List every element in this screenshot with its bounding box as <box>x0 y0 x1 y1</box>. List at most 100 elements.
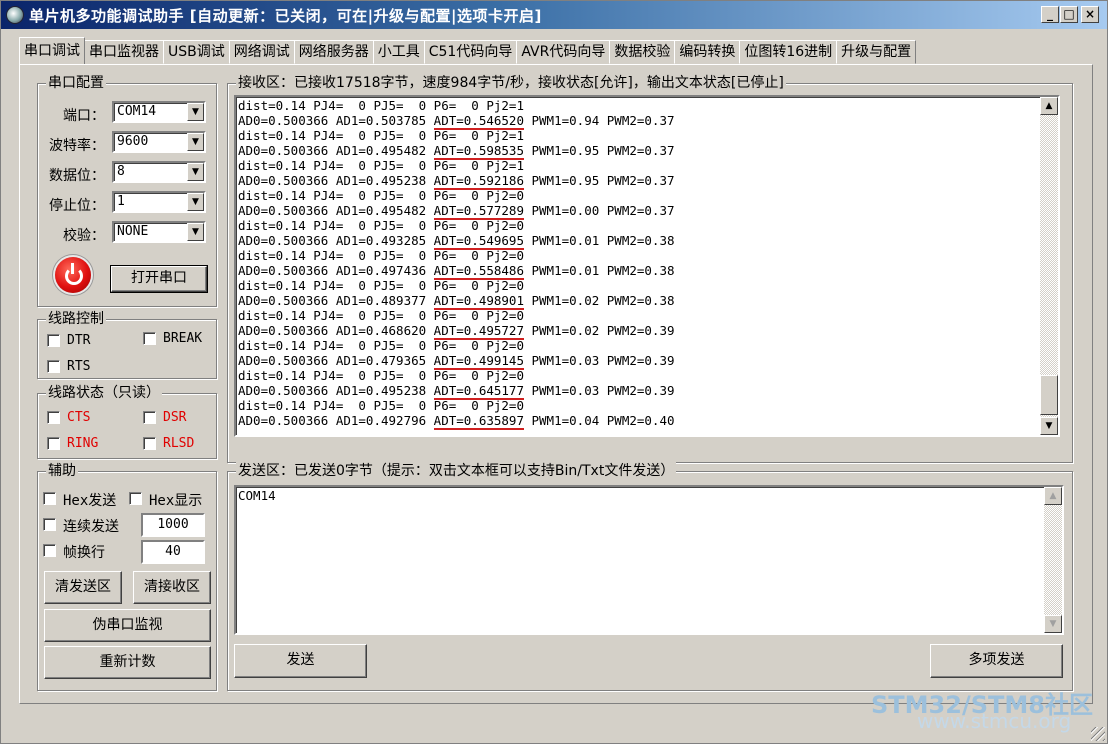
break-checkbox[interactable] <box>143 332 156 345</box>
tab-tools[interactable]: 小工具 <box>372 40 425 64</box>
stopbits-select[interactable]: 1 ▼ <box>112 191 206 213</box>
fake-monitor-button[interactable]: 伪串口监视 <box>44 609 211 642</box>
receive-line: dist=0.14 PJ4= 0 PJ5= 0 P6= 0 Pj2=0 <box>238 308 675 323</box>
rts-label: RTS <box>67 359 91 374</box>
receive-line: dist=0.14 PJ4= 0 PJ5= 0 P6= 0 Pj2=0 <box>238 188 675 203</box>
receive-line-text: dist=0.14 PJ4= 0 PJ5= 0 P6= 0 Pj2=0 <box>238 248 524 263</box>
receive-line: dist=0.14 PJ4= 0 PJ5= 0 P6= 0 Pj2=1 <box>238 98 675 113</box>
tab-usb-debug[interactable]: USB调试 <box>163 40 230 64</box>
clear-receive-button[interactable]: 清接收区 <box>133 571 211 604</box>
send-textarea[interactable]: COM14 ▲ ▼ <box>234 485 1064 635</box>
receive-line-text: AD0=0.500366 AD1=0.479365 <box>238 353 434 368</box>
power-icon[interactable] <box>55 257 91 293</box>
recount-button[interactable]: 重新计数 <box>44 646 211 679</box>
multi-send-button[interactable]: 多项发送 <box>930 644 1063 678</box>
open-port-button[interactable]: 打开串口 <box>111 266 207 292</box>
tab-c51-wizard[interactable]: C51代码向导 <box>423 40 518 64</box>
receive-text: dist=0.14 PJ4= 0 PJ5= 0 P6= 0 Pj2=1 AD0=0… <box>238 98 675 430</box>
frame-newline-checkbox[interactable] <box>43 544 56 557</box>
receive-line-text: dist=0.14 PJ4= 0 PJ5= 0 P6= 0 Pj2=0 <box>238 218 524 233</box>
receive-line-pwm: PWM1=0.04 PWM2=0.40 <box>523 413 675 428</box>
receive-line: dist=0.14 PJ4= 0 PJ5= 0 P6= 0 Pj2=1 <box>238 128 675 143</box>
receive-textarea[interactable]: dist=0.14 PJ4= 0 PJ5= 0 P6= 0 Pj2=1 AD0=0… <box>234 95 1060 437</box>
databits-value: 8 <box>117 164 125 179</box>
receive-line-pwm: PWM1=0.02 PWM2=0.39 <box>523 323 675 338</box>
hex-display-checkbox[interactable] <box>129 492 142 505</box>
databits-label: 数据位： <box>49 168 105 184</box>
receive-line-text: dist=0.14 PJ4= 0 PJ5= 0 P6= 0 Pj2=0 <box>238 278 524 293</box>
rlsd-indicator <box>143 437 156 450</box>
receive-line-pwm: PWM1=0.01 PWM2=0.38 <box>523 233 675 248</box>
tab-bitmap-hex[interactable]: 位图转16进制 <box>739 40 838 64</box>
chevron-down-icon[interactable]: ▼ <box>187 163 204 181</box>
continuous-send-label: 连续发送 <box>63 519 119 535</box>
frame-value-input[interactable]: 40 <box>141 540 205 564</box>
title-bar: 单片机多功能调试助手 [自动更新：已关闭，可在|升级与配置|选项卡开启] _ □… <box>1 1 1107 29</box>
send-button[interactable]: 发送 <box>234 644 367 678</box>
app-icon <box>6 6 24 24</box>
app-window: 单片机多功能调试助手 [自动更新：已关闭，可在|升级与配置|选项卡开启] _ □… <box>0 0 1108 744</box>
databits-select[interactable]: 8 ▼ <box>112 161 206 183</box>
receive-line-pwm: PWM1=0.00 PWM2=0.37 <box>523 203 675 218</box>
baud-select[interactable]: 9600 ▼ <box>112 131 206 153</box>
tab-upgrade-config[interactable]: 升级与配置 <box>836 40 917 64</box>
continuous-interval-input[interactable]: 1000 <box>141 513 205 537</box>
receive-line-pwm: PWM1=0.94 PWM2=0.37 <box>523 113 675 128</box>
send-scrollbar[interactable]: ▲ ▼ <box>1044 487 1062 633</box>
minimize-button[interactable]: _ <box>1041 6 1059 23</box>
receive-line: AD0=0.500366 AD1=0.497436 ADT=0.558486 P… <box>238 263 675 280</box>
scroll-up-icon[interactable]: ▲ <box>1044 487 1062 505</box>
parity-select[interactable]: NONE ▼ <box>112 221 206 243</box>
rlsd-label: RLSD <box>163 436 195 451</box>
receive-line-text: dist=0.14 PJ4= 0 PJ5= 0 P6= 0 Pj2=1 <box>238 158 524 173</box>
dtr-label: DTR <box>67 333 91 348</box>
chevron-down-icon[interactable]: ▼ <box>187 193 204 211</box>
receive-line-pwm: PWM1=0.95 PWM2=0.37 <box>523 143 675 158</box>
receive-status: 接收区：已接收17518字节，速度984字节/秒，接收状态[允许]，输出文本状态… <box>236 74 786 92</box>
dsr-indicator <box>143 411 156 424</box>
receive-scrollbar[interactable]: ▲ ▼ <box>1040 97 1058 435</box>
tab-serial-debug[interactable]: 串口调试 <box>19 37 85 64</box>
dtr-checkbox[interactable] <box>47 334 60 347</box>
parity-label: 校验： <box>63 228 105 244</box>
scroll-down-icon[interactable]: ▼ <box>1040 417 1058 435</box>
receive-line: AD0=0.500366 AD1=0.495238 ADT=0.645177 P… <box>238 383 675 400</box>
continuous-send-checkbox[interactable] <box>43 518 56 531</box>
chevron-down-icon[interactable]: ▼ <box>187 223 204 241</box>
close-button[interactable]: × <box>1081 6 1099 23</box>
send-status: 发送区：已发送0字节（提示：双击文本框可以支持Bin/Txt文件发送） <box>236 462 677 480</box>
scroll-down-icon[interactable]: ▼ <box>1044 615 1062 633</box>
hex-send-checkbox[interactable] <box>43 492 56 505</box>
adt-value-highlight: ADT=0.635897 <box>433 413 524 430</box>
clear-send-button[interactable]: 清发送区 <box>44 571 122 604</box>
tab-network-debug[interactable]: 网络调试 <box>228 40 295 64</box>
resize-grip[interactable] <box>1091 727 1105 741</box>
tab-encoding[interactable]: 编码转换 <box>674 40 741 64</box>
receive-line-text: AD0=0.500366 AD1=0.489377 <box>238 293 434 308</box>
receive-line-text: AD0=0.500366 AD1=0.493285 <box>238 233 434 248</box>
receive-line-text: dist=0.14 PJ4= 0 PJ5= 0 P6= 0 Pj2=0 <box>238 308 524 323</box>
port-select[interactable]: COM14 ▼ <box>112 101 206 123</box>
receive-line-pwm: PWM1=0.03 PWM2=0.39 <box>523 383 675 398</box>
receive-line: dist=0.14 PJ4= 0 PJ5= 0 P6= 0 Pj2=0 <box>238 338 675 353</box>
hex-display-label: Hex显示 <box>149 493 203 509</box>
maximize-button[interactable]: □ <box>1060 6 1078 23</box>
stopbits-value: 1 <box>117 194 125 209</box>
scroll-up-icon[interactable]: ▲ <box>1040 97 1058 115</box>
tab-network-server[interactable]: 网络服务器 <box>293 40 374 64</box>
receive-line: dist=0.14 PJ4= 0 PJ5= 0 P6= 0 Pj2=0 <box>238 248 675 263</box>
receive-line: AD0=0.500366 AD1=0.495482 ADT=0.598535 P… <box>238 143 675 160</box>
tab-serial-monitor[interactable]: 串口监视器 <box>84 40 164 64</box>
chevron-down-icon[interactable]: ▼ <box>187 133 204 151</box>
receive-line-text: dist=0.14 PJ4= 0 PJ5= 0 P6= 0 Pj2=0 <box>238 398 524 413</box>
receive-line-text: AD0=0.500366 AD1=0.495482 <box>238 203 434 218</box>
receive-line-pwm: PWM1=0.01 PWM2=0.38 <box>523 263 675 278</box>
dsr-label: DSR <box>163 410 187 425</box>
receive-line-text: dist=0.14 PJ4= 0 PJ5= 0 P6= 0 Pj2=0 <box>238 188 524 203</box>
chevron-down-icon[interactable]: ▼ <box>187 103 204 121</box>
tab-data-checksum[interactable]: 数据校验 <box>609 40 676 64</box>
cts-label: CTS <box>67 410 91 425</box>
scroll-thumb[interactable] <box>1040 375 1058 415</box>
tab-avr-wizard[interactable]: AVR代码向导 <box>516 40 611 64</box>
rts-checkbox[interactable] <box>47 360 60 373</box>
